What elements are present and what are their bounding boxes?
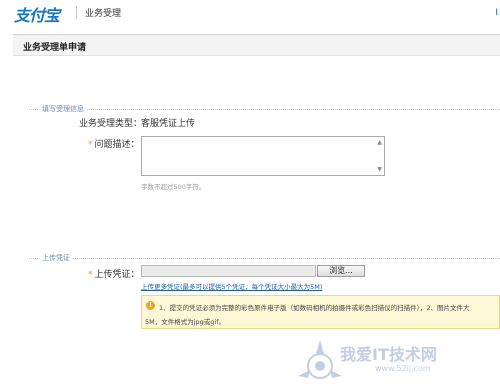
file-path-input[interactable] [141,265,316,277]
business-type-value: 客服凭证上传 [141,119,196,129]
description-label: * 问题描述： [88,137,140,150]
upload-more-link[interactable]: 上传更多凭证(最多可以提供5个凭证，每个凭证大小最大为5M) [141,281,322,291]
site-watermark: 我爱IT技术网 www.52ij.com [290,336,500,385]
watermark-text: 我爱IT技术网 [340,345,437,364]
top-bar: 支付宝 业务受理 I [0,0,500,26]
upload-legend: 上传凭证 [39,253,73,263]
scroll-down-icon[interactable]: ▼ [377,166,382,173]
description-hint: 字数不超过500字符。 [141,183,206,191]
header-divider [76,6,77,19]
corner-glyph: I [495,8,498,18]
header-title: 业务受理 [85,9,122,19]
alipay-logo[interactable]: 支付宝 [14,2,60,26]
page-title: 业务受理单申请 [23,43,87,53]
page-header: 业务受理单申请 [13,34,500,56]
upload-label: * 上传凭证： [88,267,140,280]
required-mark: * [88,270,93,280]
fill-info-legend: 填写受理信息 [39,104,87,114]
watermark-url: www.52ij.com [375,364,431,373]
required-mark: * [88,140,93,150]
upload-notice: ! 1、提交的凭证必须为完整的彩色原件电子版（如数码相机的拍摄件或彩色扫描仪的扫… [141,295,500,329]
textarea-scrollbar[interactable]: ▲ ▼ [374,137,384,175]
upload-label-text: 上传凭证： [94,270,140,280]
browse-button[interactable]: 浏览... [317,265,365,277]
notice-line-1: 1、提交的凭证必须为完整的彩色原件电子版（如数码相机的拍摄件或彩色扫描仪的扫描件… [159,304,470,312]
description-label-text: 问题描述： [94,140,140,150]
scroll-up-icon[interactable]: ▲ [377,139,382,146]
notice-line-2: 5M，文件格式为jpg或gif。 [145,318,226,326]
warning-icon: ! [146,301,155,310]
business-type-label: 业务受理类型： [79,119,143,129]
description-textarea[interactable]: ▲ ▼ [141,136,385,176]
